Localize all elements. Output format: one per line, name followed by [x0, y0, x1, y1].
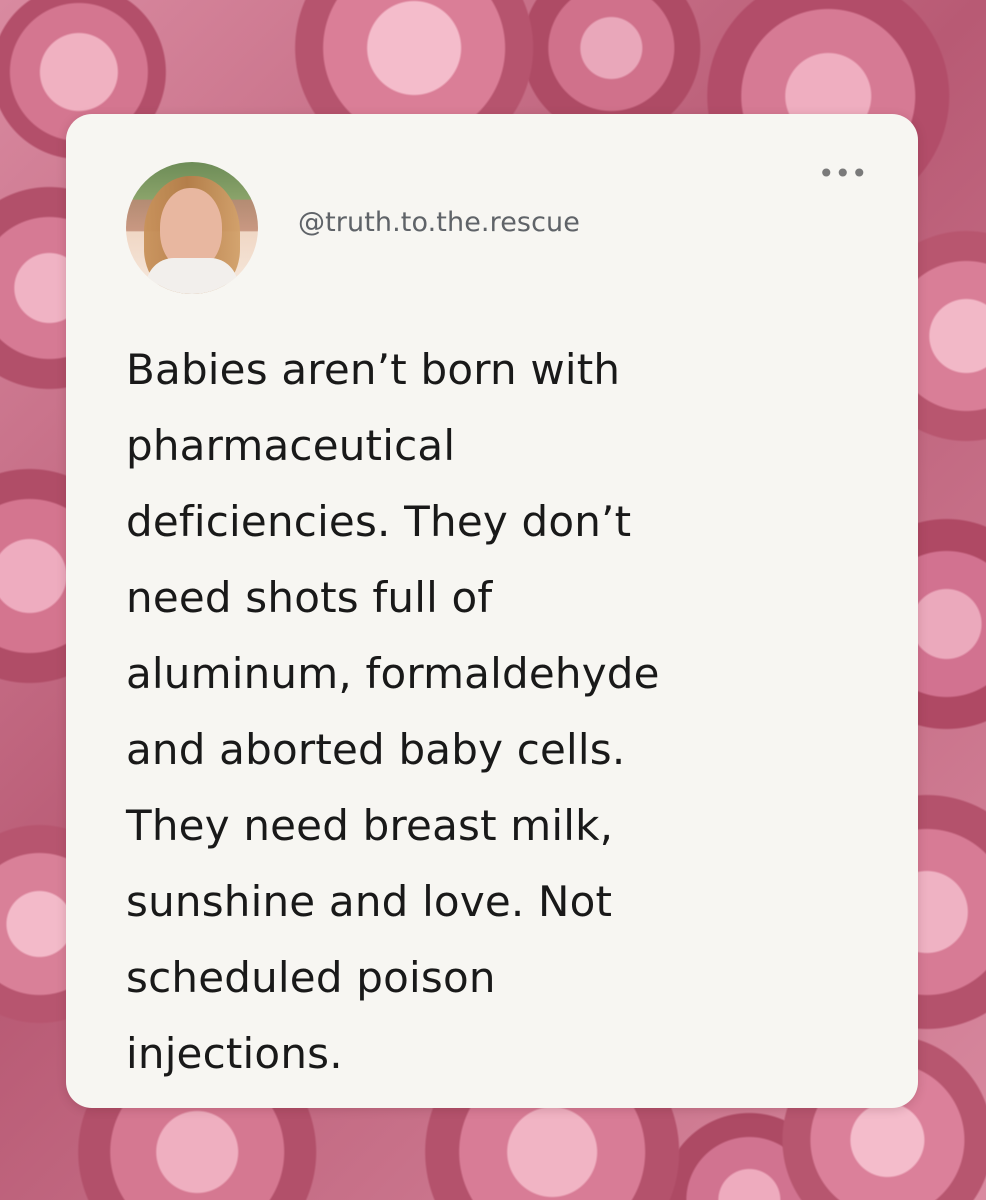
- avatar[interactable]: [126, 162, 258, 294]
- username-handle[interactable]: @truth.to.the.rescue: [298, 207, 580, 238]
- post-card: @truth.to.the.rescue ••• Babies aren’t b…: [66, 114, 918, 1108]
- post-text: Babies aren’t born with pharmaceutical d…: [126, 345, 660, 1078]
- avatar-shirt: [146, 258, 238, 294]
- more-options-icon[interactable]: •••: [818, 160, 868, 192]
